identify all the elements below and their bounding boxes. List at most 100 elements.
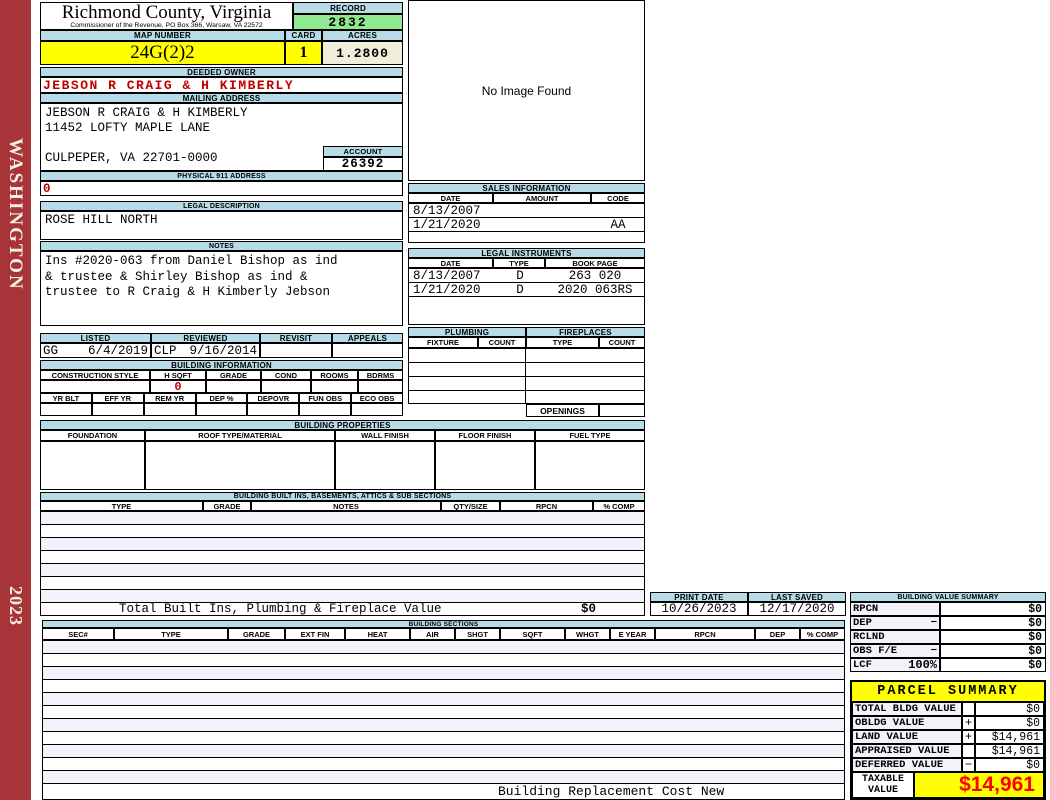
- bs-col-type: TYPE: [114, 628, 228, 640]
- ps-op: +: [962, 716, 975, 730]
- table-row: [43, 680, 844, 693]
- bdrms-label: BDRMS: [358, 370, 403, 380]
- ps-op: +: [962, 730, 975, 744]
- bvs-label: LCF100%: [850, 658, 940, 672]
- effyr-label: EFF YR: [92, 393, 144, 403]
- plumb-fire-row: [409, 363, 644, 377]
- bs-col-grade: GRADE: [228, 628, 285, 640]
- notes-line: & trustee & Shirley Bishop as ind &: [45, 270, 398, 286]
- dep-pct-value: [196, 403, 248, 416]
- plumb-fire-row: [409, 349, 644, 363]
- effyr-value: [92, 403, 144, 416]
- building-sections-title: BUILDING SECTIONS: [42, 620, 845, 628]
- cond-value: [261, 380, 311, 393]
- rooms-value: [311, 380, 358, 393]
- listed-label: LISTED: [40, 333, 151, 343]
- bi-col-rpcn: RPCN: [500, 501, 593, 511]
- fireplaces-col-count: COUNT: [599, 337, 645, 348]
- mailing-line: 11452 LOFTY MAPLE LANE: [45, 121, 398, 136]
- table-row: [43, 719, 844, 732]
- bvs-label: OBS F/E−: [850, 644, 940, 658]
- bi-col-comp: % COMP: [593, 501, 645, 511]
- no-image-text: No Image Found: [482, 84, 571, 98]
- construction-style-label: CONSTRUCTION STYLE: [40, 370, 150, 380]
- account-box: ACCOUNT 26392: [323, 146, 403, 171]
- table-row: [41, 512, 644, 525]
- mailing-address-label: MAILING ADDRESS: [40, 93, 403, 103]
- county-header-box: Richmond County, Virginia Commissioner o…: [40, 2, 293, 30]
- instr-type: D: [494, 283, 546, 297]
- print-date-value: 10/26/2023: [650, 602, 748, 616]
- building-value-summary: BUILDING VALUE SUMMARY RPCN $0 DEP− $0 R…: [850, 592, 1046, 672]
- hsqft-label: H SQFT: [150, 370, 206, 380]
- building-information-title: BUILDING INFORMATION: [40, 360, 403, 370]
- notes-label: NOTES: [40, 241, 403, 251]
- bi-col-grade: GRADE: [203, 501, 251, 511]
- bvs-value: $0: [940, 644, 1046, 658]
- table-row: [43, 693, 844, 706]
- built-ins-total-value: $0: [581, 602, 596, 616]
- instr-date: 1/21/2020: [409, 283, 494, 297]
- replacement-cost-label: Building Replacement Cost New: [498, 784, 724, 799]
- deeded-owner-label: DEEDED OWNER: [40, 67, 403, 77]
- visit-table: LISTED REVIEWED REVISIT APPEALS GG6/4/20…: [40, 333, 403, 358]
- ps-op: −: [962, 758, 975, 772]
- acres-label: ACRES: [322, 30, 403, 41]
- last-saved-value: 12/17/2020: [748, 602, 846, 616]
- sales-col-amount: AMOUNT: [493, 193, 591, 203]
- built-ins-total-label: Total Built Ins, Plumbing & Fireplace Va…: [119, 602, 442, 616]
- card-label: CARD: [285, 30, 322, 41]
- ps-label: APPRAISED VALUE: [852, 744, 962, 758]
- map-number-label: MAP NUMBER: [40, 30, 285, 41]
- reviewed-date: 9/16/2014: [189, 344, 257, 358]
- ps-label: OBLDG VALUE: [852, 716, 962, 730]
- table-row: [43, 654, 844, 667]
- print-info: PRINT DATE LAST SAVED 10/26/2023 12/17/2…: [650, 592, 846, 616]
- reviewed-value: CLP 9/16/2014: [151, 343, 260, 358]
- building-properties-title: BUILDING PROPERTIES: [40, 420, 645, 430]
- ps-label: TOTAL BLDG VALUE: [852, 702, 962, 716]
- sales-col-date: DATE: [408, 193, 493, 203]
- fuel-type-label: FUEL TYPE: [535, 430, 645, 441]
- table-row: [41, 551, 644, 564]
- funobs-label: FUN OBS: [299, 393, 351, 403]
- sales-row: 1/21/2020 AA: [409, 218, 644, 232]
- remyr-label: REM YR: [144, 393, 196, 403]
- instr-date: 8/13/2007: [409, 269, 494, 283]
- bvs-label: DEP−: [850, 616, 940, 630]
- physical-911-label: PHYSICAL 911 ADDRESS: [40, 171, 403, 181]
- ps-value: $0: [975, 702, 1044, 716]
- openings-label: OPENINGS: [526, 404, 599, 417]
- ps-op: [962, 702, 975, 716]
- reviewed-by: CLP: [154, 344, 177, 358]
- bs-col-shgt: SHGT: [455, 628, 500, 640]
- wall-finish-label: WALL FINISH: [335, 430, 435, 441]
- revisit-value: [260, 343, 332, 358]
- instr-col-bookpage: BOOK PAGE: [545, 258, 645, 268]
- sale-date: 8/13/2007: [409, 204, 494, 218]
- instr-bookpage: 263 020: [546, 269, 644, 283]
- plumbing-title: PLUMBING: [408, 327, 526, 337]
- roof-value: [145, 441, 335, 490]
- yrblt-value: [40, 403, 92, 416]
- bi-col-type: TYPE: [40, 501, 203, 511]
- openings-value: [599, 404, 645, 417]
- bs-col-comp: % COMP: [800, 628, 845, 640]
- account-label: ACCOUNT: [323, 146, 403, 157]
- built-ins-total-row: Total Built Ins, Plumbing & Fireplace Va…: [40, 602, 645, 616]
- plumbing-col-fixture: FIXTURE: [408, 337, 478, 348]
- plumb-fire-row: [409, 377, 644, 391]
- instr-bookpage: 2020 063RS: [546, 283, 644, 297]
- roof-label: ROOF TYPE/MATERIAL: [145, 430, 335, 441]
- funobs-value: [299, 403, 351, 416]
- bi-col-qty: QTY/SIZE: [441, 501, 500, 511]
- sidebar: WASHINGTON 2023: [0, 0, 31, 800]
- bi-col-notes: NOTES: [251, 501, 441, 511]
- table-row: [43, 706, 844, 719]
- hsqft-value: 0: [150, 380, 206, 393]
- plumbing-fireplaces: PLUMBING FIREPLACES FIXTURE COUNT TYPE C…: [408, 327, 645, 417]
- table-row: [41, 538, 644, 551]
- instrument-row: 1/21/2020 D 2020 063RS: [409, 283, 644, 297]
- grade-value: [206, 380, 261, 393]
- foundation-label: FOUNDATION: [40, 430, 145, 441]
